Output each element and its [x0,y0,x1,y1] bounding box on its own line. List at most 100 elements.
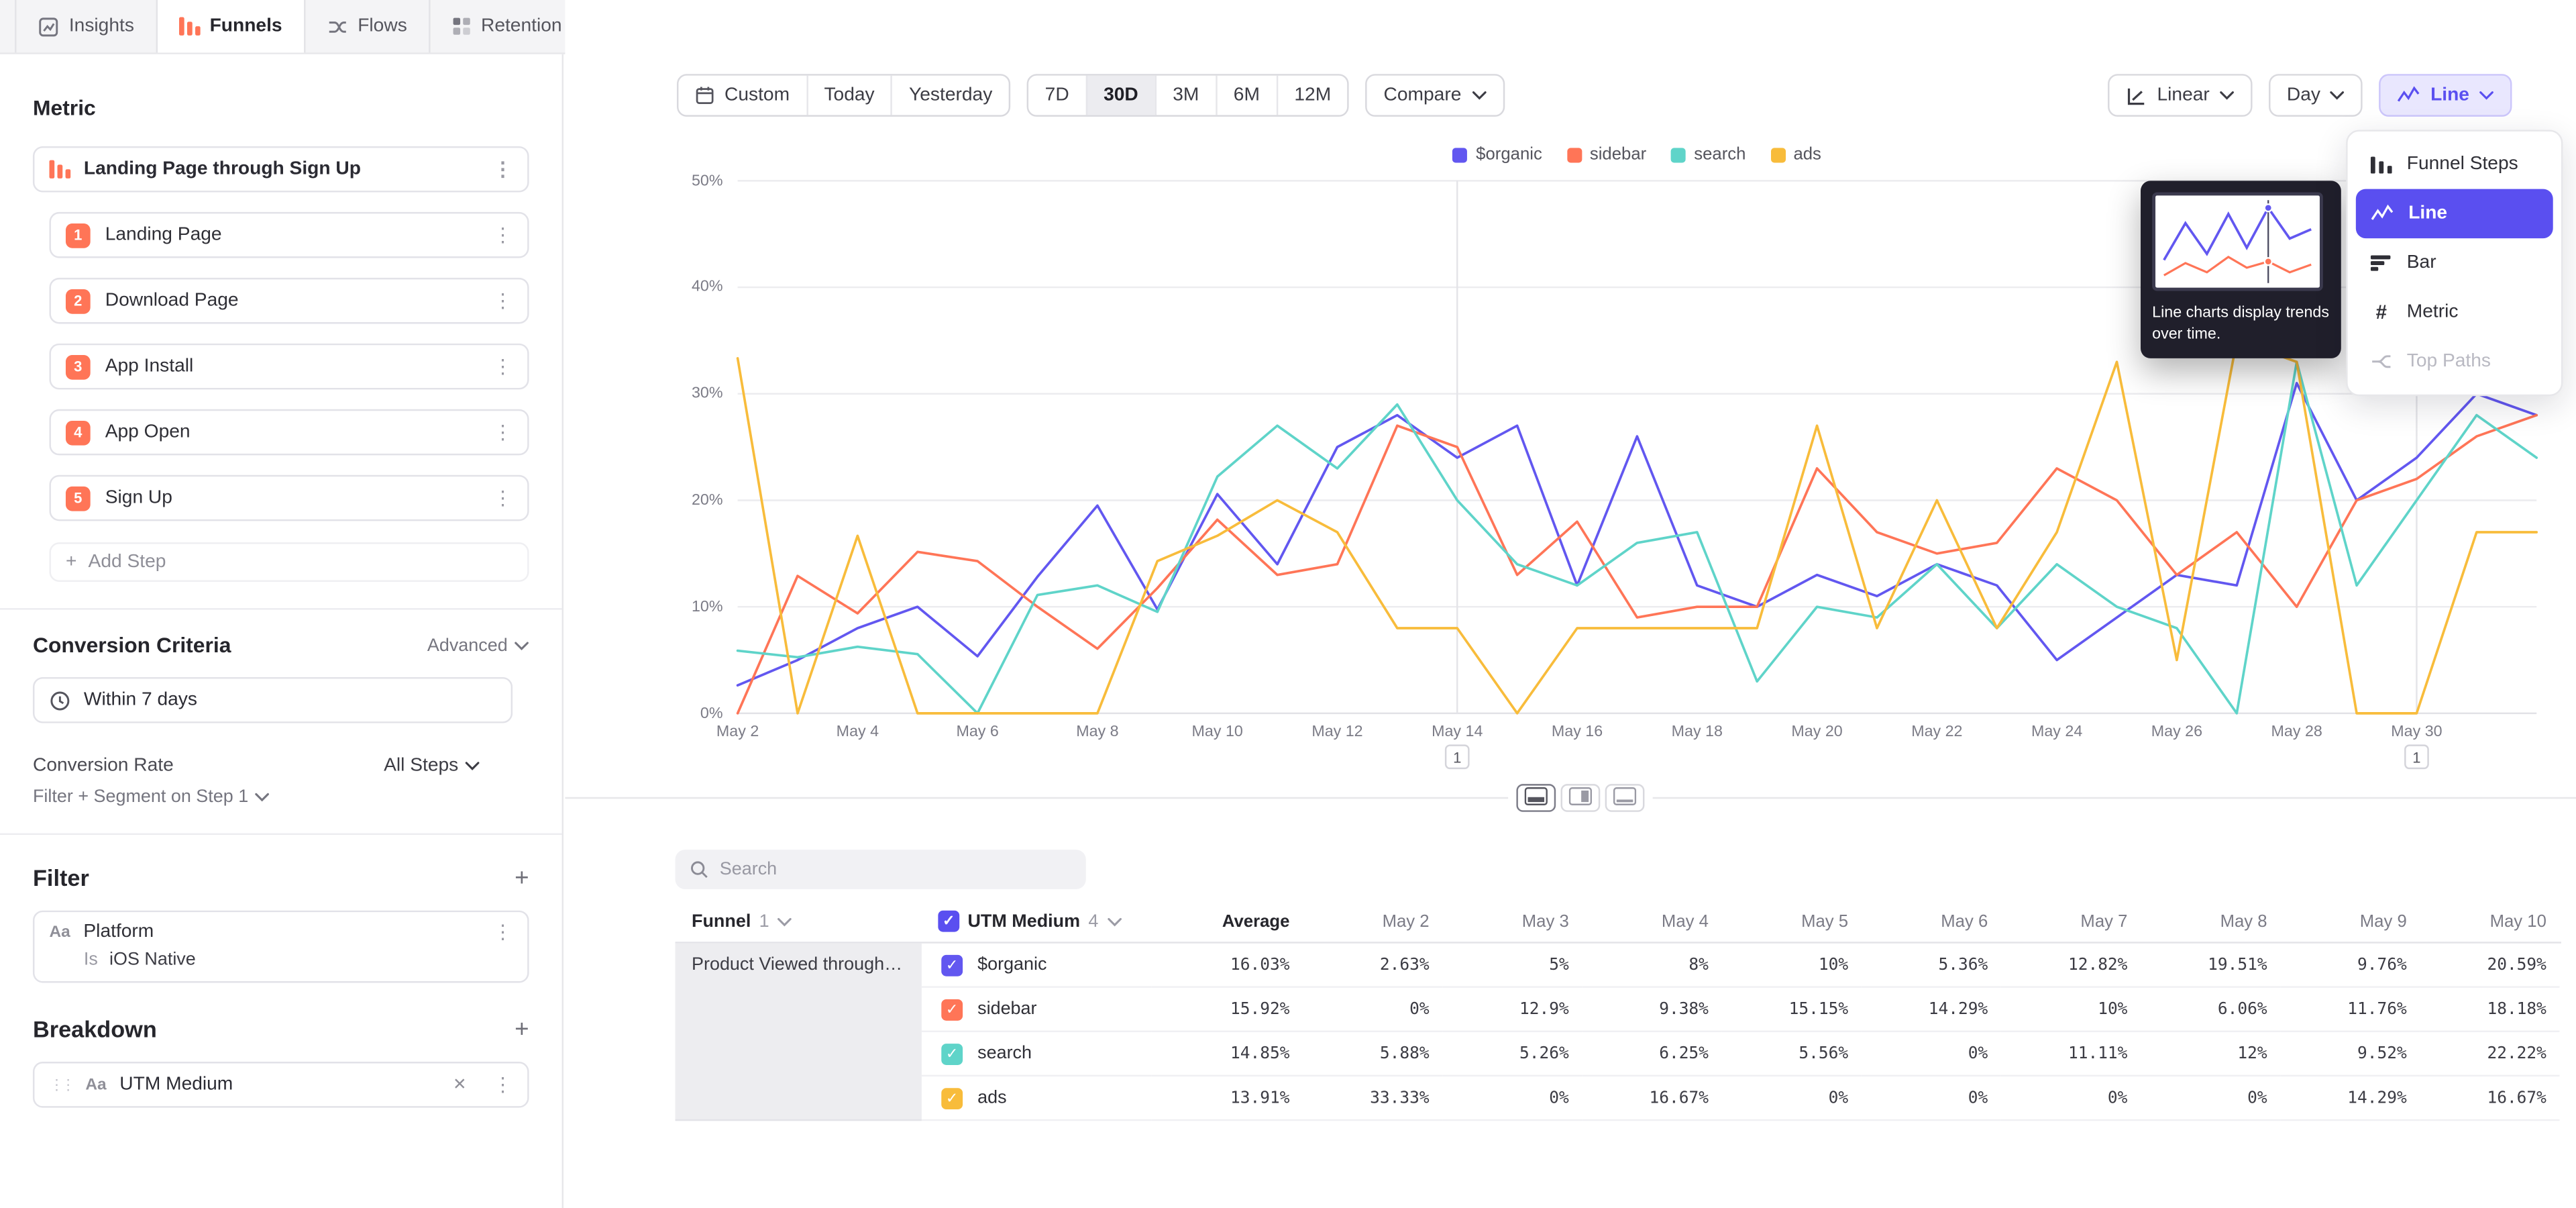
legend-item-search[interactable]: search [1671,145,1746,164]
annotation-marker[interactable]: 1 [1445,744,1470,769]
column-header-funnel[interactable]: Funnel 1 [676,911,922,931]
day-value: 0% [1303,988,1442,1032]
table-row-search[interactable]: ✓search [922,1032,1152,1076]
day-value: 9.52% [2280,1032,2420,1076]
kebab-menu-icon[interactable]: ⋮ [493,160,513,179]
column-header-may-7[interactable]: May 7 [2001,911,2141,931]
date-button-today[interactable]: Today [806,76,892,115]
drag-handle-icon[interactable]: ⋮⋮ [49,1076,72,1094]
column-header-may-2[interactable]: May 2 [1303,911,1442,931]
annotation-marker[interactable]: 1 [2404,744,2429,769]
range-button-30d[interactable]: 30D [1085,76,1155,115]
table-row-ads[interactable]: ✓ads [922,1076,1152,1121]
range-picker-segment: 7D30D3M6M12M [1027,74,1349,117]
filter-card-platform[interactable]: Aa Platform ⋮ Is iOS Native [33,911,529,983]
series-line-ads[interactable] [738,340,2537,713]
breakdown-card-utm-medium[interactable]: ⋮⋮ Aa UTM Medium ✕ ⋮ [33,1062,529,1108]
kebab-menu-icon[interactable]: ⋮ [493,356,513,376]
funnel-step-app-open[interactable]: 4App Open⋮ [49,409,529,456]
range-button-3m[interactable]: 3M [1155,76,1216,115]
row-checkbox[interactable]: ✓ [941,954,963,976]
kebab-menu-icon[interactable]: ⋮ [493,225,513,245]
column-header-may-3[interactable]: May 3 [1442,911,1582,931]
tab-retention[interactable]: Retention [430,0,585,52]
row-checkbox[interactable]: ✓ [941,999,963,1020]
chart-type-option-funnel-steps[interactable]: Funnel Steps [2356,140,2553,189]
table-row-organic[interactable]: ✓$organic [922,944,1152,988]
legend-swatch [1671,147,1686,162]
add-filter-button[interactable]: + [515,865,529,890]
x-axis-label: May 2 [716,723,759,742]
legend-item-ads[interactable]: ads [1770,145,1821,164]
row-checkbox[interactable]: ✓ [941,1087,963,1109]
column-header-may-6[interactable]: May 6 [1862,911,2001,931]
legend-swatch [1567,147,1582,162]
add-step-button[interactable]: + Add Step [49,542,529,582]
column-header-may-5[interactable]: May 5 [1722,911,1862,931]
side-by-side-view-button[interactable] [1561,784,1601,812]
kebab-menu-icon[interactable]: ⋮ [493,1075,513,1095]
remove-breakdown-icon[interactable]: ✕ [453,1076,467,1094]
legend-item-sidebar[interactable]: sidebar [1567,145,1647,164]
table-only-view-button[interactable] [1605,784,1645,812]
date-button-yesterday[interactable]: Yesterday [891,76,1009,115]
step-label: Download Page [105,291,239,310]
filter-segment-dropdown[interactable]: Filter + Segment on Step 1 [33,787,529,807]
advanced-dropdown[interactable]: Advanced [427,636,529,655]
tab-insights[interactable]: Insights [15,0,157,52]
add-breakdown-button[interactable]: + [515,1017,529,1042]
chart-and-table-view-button[interactable] [1516,784,1556,812]
day-value: 9.38% [1582,988,1721,1032]
range-button-7d[interactable]: 7D [1028,76,1085,115]
tab-flows[interactable]: Flows [305,0,430,52]
conversion-window-control[interactable]: Within 7 days [33,677,513,723]
funnel-step-app-install[interactable]: 3App Install⋮ [49,344,529,390]
funnel-metric-header[interactable]: Landing Page through Sign Up ⋮ [33,146,529,193]
column-header-utm-medium[interactable]: ✓ UTM Medium 4 [922,911,1152,932]
search-input[interactable] [720,860,1071,879]
range-button-12m[interactable]: 12M [1276,76,1347,115]
tab-funnels[interactable]: Funnels [157,0,305,52]
chart-type-option-metric[interactable]: #Metric [2356,288,2553,337]
row-checkbox[interactable]: ✓ [941,1043,963,1064]
step-label: App Open [105,422,191,442]
legend-item-organic[interactable]: $organic [1453,145,1542,164]
filter-value[interactable]: iOS Native [109,950,196,970]
step-label: App Install [105,356,194,376]
series-line-sidebar[interactable] [738,415,2537,713]
kebab-menu-icon[interactable]: ⋮ [493,922,513,942]
table-row-sidebar[interactable]: ✓sidebar [922,988,1152,1032]
funnel-step-sign-up[interactable]: 5Sign Up⋮ [49,475,529,521]
table-only-view-icon [1613,783,1636,813]
kebab-menu-icon[interactable]: ⋮ [493,488,513,507]
series-line-search[interactable] [738,362,2537,713]
column-header-may-8[interactable]: May 8 [2141,911,2280,931]
kebab-menu-icon[interactable]: ⋮ [493,291,513,310]
column-header-average[interactable]: Average [1152,911,1303,931]
column-header-may-9[interactable]: May 9 [2280,911,2420,931]
date-button-custom[interactable]: Custom [678,76,806,115]
chart-type-option-bar[interactable]: Bar [2356,238,2553,287]
funnel-step-download-page[interactable]: 2 Download Page ⋮ [49,278,529,324]
granularity-dropdown-button[interactable]: Day [2269,74,2363,117]
funnel-step-landing-page[interactable]: 1Landing Page⋮ [49,212,529,258]
chart-type-option-line[interactable]: Line [2356,189,2553,238]
column-header-may-10[interactable]: May 10 [2420,911,2559,931]
select-all-checkbox[interactable]: ✓ [938,911,959,932]
tab-bar: InsightsFunnelsFlowsRetention [0,0,567,54]
chart-type-dropdown-button[interactable]: Line [2379,74,2512,117]
menu-item-label: Metric [2407,303,2459,322]
kebab-menu-icon[interactable]: ⋮ [493,422,513,442]
day-value: 20.59% [2420,944,2559,988]
column-header-may-4[interactable]: May 4 [1582,911,1721,931]
step-number-badge: 2 [66,289,91,313]
row-group-label[interactable]: Product Viewed through P... [676,944,922,1121]
range-button-6m[interactable]: 6M [1216,76,1277,115]
compare-button[interactable]: Compare [1366,74,1504,117]
average-value: 15.92% [1152,988,1303,1032]
table-search-box[interactable] [676,850,1086,889]
conversion-rate-dropdown[interactable]: All Steps [384,756,480,776]
date-picker-segment: CustomTodayYesterday [677,74,1010,117]
scale-dropdown-button[interactable]: Linear [2108,74,2252,117]
filter-operator[interactable]: Is [84,950,98,970]
